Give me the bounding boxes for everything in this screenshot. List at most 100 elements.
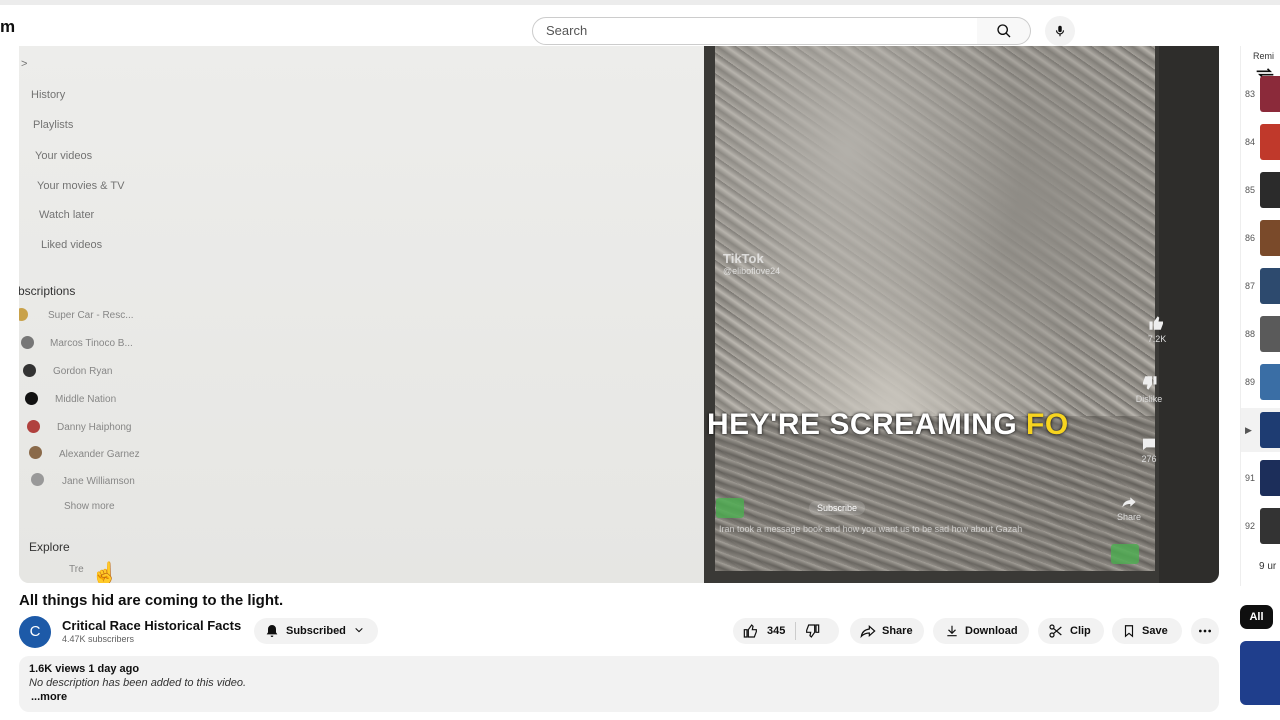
playlist-item-thumbnail — [1260, 460, 1280, 496]
video-player[interactable]: > History Playlists Your videos Your mov… — [19, 46, 1219, 583]
clip-button[interactable]: Clip — [1038, 618, 1104, 644]
playlist-item[interactable]: 87 — [1241, 264, 1280, 308]
download-icon — [945, 624, 959, 638]
bookmark-icon — [1122, 624, 1136, 638]
share-button[interactable]: Share — [850, 618, 924, 644]
mic-icon — [1055, 25, 1065, 37]
tiktok-like: 7.2K — [1137, 314, 1177, 344]
thumbs-up-icon — [743, 624, 757, 638]
save-button[interactable]: Save — [1112, 618, 1182, 644]
tiktok-dislike-label: Dislike — [1135, 394, 1163, 404]
playlist-item-index: 85 — [1245, 185, 1256, 195]
playlist-item-thumbnail — [1260, 364, 1280, 400]
channel-name[interactable]: Critical Race Historical Facts — [62, 618, 241, 633]
show-more-link: Show more — [64, 501, 115, 512]
thumbs-up-icon — [1149, 316, 1163, 330]
thumbs-down-icon — [1143, 376, 1157, 390]
hand-cursor-icon: ☝ — [91, 561, 119, 583]
tiktok-share: Share — [1109, 494, 1149, 522]
playlist-item-thumbnail — [1260, 316, 1280, 352]
channel-avatar — [25, 392, 38, 405]
playlist-panel: Remi 83 84 85 86 87 88 89 ▶ 91 92 — [1240, 46, 1280, 586]
tiktok-logo: TikTok — [723, 251, 764, 266]
playlist-item-thumbnail — [1260, 76, 1280, 112]
video-title: All things hid are coming to the light. — [19, 592, 284, 609]
playlist-item-index: 87 — [1245, 281, 1256, 291]
sidebar-item-movies-tv: Your movies & TV — [37, 180, 125, 192]
playlist-item[interactable]: 84 — [1241, 120, 1280, 164]
more-horizontal-icon — [1199, 629, 1211, 633]
bell-icon — [264, 623, 280, 639]
playlist-item-index: ▶ — [1245, 425, 1252, 435]
playlist-item[interactable]: 91 — [1241, 456, 1280, 500]
playlist-item-thumbnail — [1260, 412, 1280, 448]
channel-item: Alexander Garnez — [59, 449, 140, 460]
playlist-item-index: 92 — [1245, 521, 1256, 531]
channel-item: Marcos Tinoco B... — [50, 338, 133, 349]
more-actions-button[interactable] — [1191, 618, 1219, 644]
sidebar-item-your-videos: Your videos — [35, 150, 93, 162]
playlist-footer: 9 ur — [1259, 561, 1277, 572]
subscribed-button[interactable]: Subscribed — [254, 618, 378, 644]
video-caption: HEY'RE SCREAMING FO — [707, 408, 1069, 442]
chip-all[interactable]: All — [1240, 605, 1273, 629]
channel-avatar — [23, 364, 36, 377]
channel-avatar — [21, 336, 34, 349]
chevron-down-icon — [354, 625, 364, 638]
tiktok-handle: @eliboflove24 — [723, 266, 781, 276]
sidebar-chevron: > — [21, 58, 28, 70]
playlist-item[interactable]: 92 — [1241, 504, 1280, 548]
sidebar-item-history: History — [31, 89, 66, 101]
playlist-item[interactable]: 83 — [1241, 72, 1280, 116]
caption-highlight: FO — [1026, 408, 1069, 441]
tiktok-description: Iran took a message book and how you wan… — [719, 524, 1023, 534]
voice-search-button[interactable] — [1045, 16, 1075, 46]
tiktok-dislike: Dislike — [1129, 374, 1169, 404]
save-label: Save — [1142, 625, 1168, 637]
playlist-item-thumbnail — [1260, 124, 1280, 160]
channel-avatar — [27, 420, 40, 433]
search-icon — [996, 24, 1010, 38]
green-badge — [716, 498, 744, 518]
subscribed-label: Subscribed — [286, 625, 346, 637]
like-count: 345 — [767, 625, 786, 637]
description-box[interactable]: 1.6K views 1 day ago No description has … — [19, 656, 1219, 712]
tiktok-comment-count: 276 — [1141, 454, 1157, 464]
scissors-icon — [1048, 623, 1064, 639]
playlist-item[interactable]: 88 — [1241, 312, 1280, 356]
playlist-item-index: 84 — [1245, 137, 1256, 147]
comment-icon — [1143, 438, 1155, 450]
playlist-item[interactable]: 89 — [1241, 360, 1280, 404]
channel-item: Danny Haiphong — [57, 422, 132, 433]
share-label: Share — [882, 625, 913, 637]
download-label: Download — [965, 625, 1018, 637]
recommendation-thumbnail[interactable] — [1240, 641, 1280, 705]
sidebar-item-watch-later: Watch later — [39, 209, 95, 221]
youtube-logo-fragment[interactable]: m — [0, 17, 15, 37]
download-button[interactable]: Download — [933, 618, 1029, 644]
clip-label: Clip — [1070, 625, 1091, 637]
show-more-link[interactable]: ...more — [31, 691, 67, 703]
subscriptions-heading: bscriptions — [19, 284, 76, 298]
like-button[interactable]: 345 — [743, 623, 785, 639]
dislike-button[interactable] — [804, 623, 820, 639]
playlist-item-thumbnail — [1260, 172, 1280, 208]
channel-item: Gordon Ryan — [53, 366, 113, 377]
playlist-item-index: 83 — [1245, 89, 1256, 99]
playlist-item[interactable]: 85 — [1241, 168, 1280, 212]
playlist-item-thumbnail — [1260, 268, 1280, 304]
description-text: No description has been added to this vi… — [29, 677, 247, 689]
playlist-item[interactable]: ▶ — [1241, 408, 1280, 452]
trending-item: Tre — [69, 564, 84, 575]
playlist-item[interactable]: 86 — [1241, 216, 1280, 260]
like-dislike-group: 345 — [733, 618, 839, 644]
thumbs-down-icon — [806, 624, 820, 638]
tiktok-subscribe: Subscribe — [809, 501, 866, 515]
search-input[interactable]: Search — [532, 17, 978, 45]
caption-text: HEY'RE SCREAMING — [707, 408, 1027, 441]
channel-avatar — [31, 473, 44, 486]
search-button[interactable] — [977, 17, 1031, 45]
sidebar-item-playlists: Playlists — [33, 119, 74, 131]
sidebar-item-liked-videos: Liked videos — [41, 239, 103, 251]
channel-avatar[interactable]: C — [19, 616, 51, 648]
